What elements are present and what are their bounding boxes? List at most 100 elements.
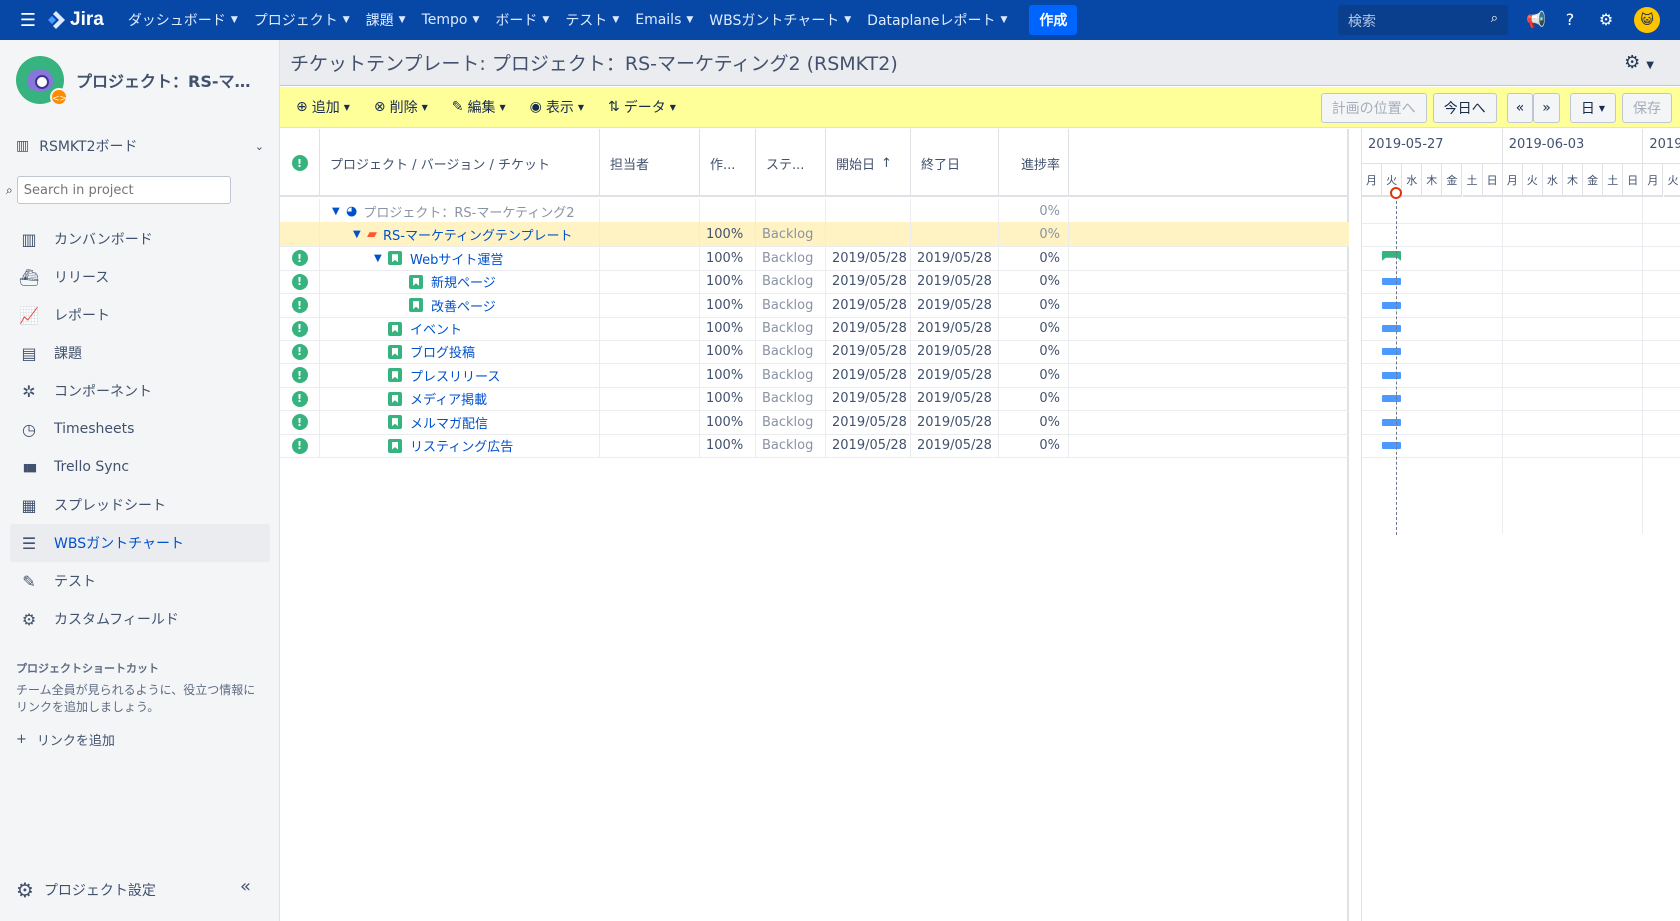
today-line <box>1396 191 1397 535</box>
table-row[interactable]: ! ▼ Webサイト運営 100% Backlog 2019/05/28 2019/05/2… <box>280 245 1349 271</box>
gear-menu[interactable]: ⚙ ▼ <box>1624 52 1654 73</box>
story-icon <box>388 438 402 453</box>
header-assignee[interactable]: 担当者 <box>600 129 700 197</box>
project-header[interactable]: <> プロジェクト：RS-マーケティング2 <box>16 56 264 106</box>
gantt-bar[interactable] <box>1382 348 1401 356</box>
table-row[interactable]: ▼ ▰ RS-マーケティングテンプレート 100% Backlog 0% <box>280 222 1349 248</box>
row-name[interactable]: メルマガ配信 <box>410 413 488 432</box>
megaphone-icon[interactable]: 📢 <box>1524 8 1548 32</box>
gantt-icon: ☰ <box>21 533 37 553</box>
topnav-item[interactable]: プロジェクト ▼ <box>246 0 358 40</box>
table-row[interactable]: ! リスティング広告 100% Backlog 2019/05/28 2019/05/28… <box>280 433 1349 458</box>
expand-toggle-icon[interactable]: ▼ <box>332 206 346 217</box>
sidebar-item[interactable]: ✎ テスト <box>10 562 270 600</box>
sidebar-item[interactable]: ⚙ カスタムフィールド <box>10 600 270 638</box>
header-start-date[interactable]: 開始日 ↑ <box>826 129 911 197</box>
topnav-item[interactable]: ダッシュボード ▼ <box>120 0 246 40</box>
save-button[interactable]: 保存 <box>1622 93 1672 123</box>
jira-logo[interactable]: Jira <box>46 9 104 31</box>
topnav-item[interactable]: ボード ▼ <box>487 0 557 40</box>
table-row[interactable]: ▼ ◕ プロジェクト：RS-マーケティング2 0% <box>280 199 1349 224</box>
help-icon[interactable]: ? <box>1558 8 1582 32</box>
gantt-bar[interactable] <box>1382 371 1401 379</box>
gantt-summary-bar[interactable] <box>1382 250 1401 261</box>
create-button[interactable]: 作成 <box>1029 5 1078 35</box>
row-name[interactable]: イベント <box>410 319 462 338</box>
delete-menu[interactable]: ⊗ 削除 ▼ <box>374 97 428 117</box>
gantt-bar[interactable] <box>1382 278 1401 286</box>
table-row[interactable]: ! プレスリリース 100% Backlog 2019/05/28 2019/05/28 0… <box>280 362 1349 388</box>
topnav-item[interactable]: テスト ▼ <box>557 0 627 40</box>
collapse-sidebar-icon[interactable]: « <box>240 876 251 897</box>
row-name[interactable]: 改善ページ <box>431 296 496 315</box>
header-progress[interactable]: 進捗率 <box>999 129 1069 197</box>
settings-icon[interactable]: ⚙ <box>1594 8 1618 32</box>
gantt-bar[interactable] <box>1382 301 1401 309</box>
board-selector[interactable]: ▥ RSMKT2ボード ⌄ <box>16 136 264 156</box>
row-name[interactable]: 新規ページ <box>431 272 496 291</box>
header-end-date[interactable]: 終了日 <box>911 129 999 197</box>
caret-down-icon: ▼ <box>686 15 694 25</box>
header-name[interactable]: プロジェクト / バージョン / チケット <box>320 129 600 197</box>
sidebar-item[interactable]: 📈 レポート <box>10 296 270 334</box>
expand-toggle-icon[interactable]: ▼ <box>374 253 388 264</box>
global-search-input[interactable]: 検索 ⌕ <box>1338 5 1508 35</box>
project-settings-link[interactable]: ⚙ プロジェクト設定 <box>16 878 156 902</box>
project-search-input[interactable] <box>16 176 231 204</box>
gantt-day-label: 日 <box>1482 164 1503 197</box>
row-name[interactable]: ブログ投稿 <box>410 342 475 361</box>
topnav-item[interactable]: Dataplaneレポート ▼ <box>859 0 1015 40</box>
today-button[interactable]: 今日へ <box>1432 93 1497 123</box>
sidebar-item[interactable]: ▥ カンバンボード <box>10 220 270 258</box>
gantt-bar[interactable] <box>1382 418 1401 426</box>
edit-menu[interactable]: ✎ 編集 ▼ <box>452 97 506 117</box>
sidebar-item[interactable]: ▦ スプレッドシート <box>10 486 270 524</box>
plan-position-button[interactable]: 計画の位置へ <box>1320 93 1427 123</box>
jira-logo-text: Jira <box>70 9 104 30</box>
today-marker-icon <box>1390 187 1402 199</box>
view-menu[interactable]: ◉ 表示 ▼ <box>530 97 584 117</box>
header-priority[interactable]: 作... <box>700 129 756 197</box>
table-row[interactable]: ! メルマガ配信 100% Backlog 2019/05/28 2019/05/28 0% <box>280 409 1349 435</box>
prev-button[interactable]: « <box>1506 93 1534 123</box>
sidebar-item[interactable]: ⛴ リリース <box>10 258 270 296</box>
gantt-bar[interactable] <box>1382 395 1401 403</box>
search-icon: ⌕ <box>6 182 13 197</box>
expand-toggle-icon[interactable]: ▼ <box>353 229 367 240</box>
sidebar-item[interactable]: ▮▮▮ Trello Sync <box>10 448 270 486</box>
row-name[interactable]: メディア掲載 <box>410 389 487 408</box>
topnav-item[interactable]: WBSガントチャート ▼ <box>701 0 859 40</box>
topnav-item[interactable]: 課題 ▼ <box>358 0 414 40</box>
row-state-cell: Backlog <box>756 409 826 435</box>
gantt-bar[interactable] <box>1382 325 1401 332</box>
data-menu[interactable]: ⇅ データ ▼ <box>608 97 676 117</box>
gantt-bar[interactable] <box>1382 442 1401 449</box>
table-row[interactable]: ! 新規ページ 100% Backlog 2019/05/28 2019/05/28 0% <box>280 269 1349 295</box>
sidebar-item[interactable]: ☰ WBSガントチャート <box>10 524 270 562</box>
topnav-item[interactable]: Emails ▼ <box>627 0 701 40</box>
table-row[interactable]: ! ブログ投稿 100% Backlog 2019/05/28 2019/05/28 0% <box>280 339 1349 365</box>
table-row[interactable]: ! 改善ページ 100% Backlog 2019/05/28 2019/05/28 0% <box>280 292 1349 318</box>
table-row[interactable]: ! メディア掲載 100% Backlog 2019/05/28 2019/05/28 0% <box>280 386 1349 412</box>
row-name[interactable]: リスティング広告 <box>410 436 513 455</box>
row-name[interactable]: プレスリリース <box>410 366 500 385</box>
next-button[interactable]: » <box>1533 93 1560 123</box>
sidebar-item[interactable]: ▤ 課題 <box>10 334 270 372</box>
sidebar-item[interactable]: ◷ Timesheets <box>10 410 270 448</box>
menu-icon[interactable]: ☰ <box>10 10 46 31</box>
add-link-button[interactable]: + リンクを追加 <box>16 730 115 749</box>
sidebar-item[interactable]: ✲ コンポーネント <box>10 372 270 410</box>
row-progress-cell: 0% <box>999 222 1069 248</box>
row-priority-cell: 100% <box>700 433 756 458</box>
row-assignee-cell <box>600 339 700 365</box>
gantt-row-line <box>1362 386 1680 388</box>
topnav-item[interactable]: Tempo ▼ <box>414 0 488 40</box>
scale-select[interactable]: 日 ▼ <box>1569 93 1616 123</box>
header-state[interactable]: ステ... <box>756 129 826 197</box>
header-status[interactable]: ! <box>280 129 320 197</box>
user-avatar[interactable]: 😺 <box>1634 7 1660 33</box>
table-row[interactable]: ! イベント 100% Backlog 2019/05/28 2019/05/28 0% <box>280 316 1349 341</box>
row-name[interactable]: Webサイト運営 <box>410 249 503 268</box>
row-name[interactable]: RS-マーケティングテンプレート <box>383 225 573 244</box>
add-menu[interactable]: ⊕ 追加 ▼ <box>296 97 350 117</box>
